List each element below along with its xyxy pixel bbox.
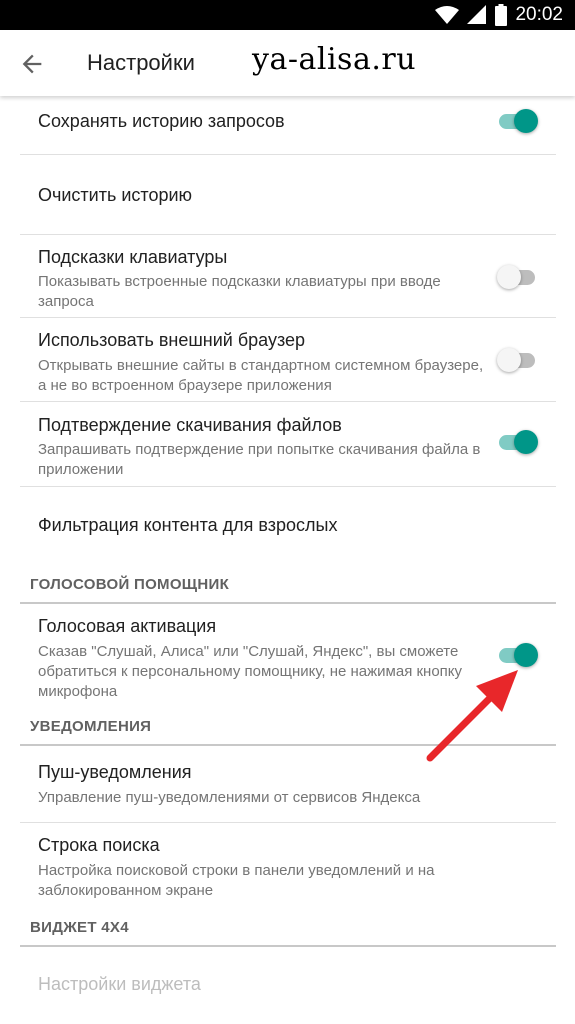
- setting-title: Голосовая активация: [38, 616, 217, 636]
- app-toolbar: Настройки ya-alisa.ru: [0, 30, 575, 96]
- setting-title: Фильтрация контента для взрослых: [38, 515, 338, 535]
- switch-thumb: [497, 348, 521, 372]
- setting-clear-history[interactable]: Очистить историю: [0, 155, 575, 234]
- setting-download-confirmation[interactable]: Подтверждение скачивания файлов Запрашив…: [0, 402, 575, 486]
- watermark: ya-alisa.ru: [252, 42, 417, 77]
- setting-title: Использовать внешний браузер: [38, 330, 306, 350]
- red-arrow-icon: [426, 670, 518, 762]
- setting-adult-filter[interactable]: Фильтрация контента для взрослых: [0, 487, 575, 565]
- setting-summary: Запрашивать подтверждение при попытке ск…: [38, 441, 481, 478]
- download-confirmation-switch[interactable]: [497, 427, 541, 457]
- setting-summary: Открывать внешние сайты в стандартном си…: [38, 357, 484, 394]
- setting-title: Пуш-уведомления: [38, 762, 192, 782]
- section-header-voice-assistant: ГОЛОСОВОЙ ПОМОЩНИК: [30, 576, 230, 593]
- setting-title: Настройки виджета: [38, 974, 201, 994]
- setting-title: Подсказки клавиатуры: [38, 247, 228, 267]
- setting-title: Сохранять историю запросов: [38, 111, 285, 131]
- save-history-switch[interactable]: [497, 106, 541, 136]
- setting-keyboard-hints[interactable]: Подсказки клавиатуры Показывать встроенн…: [0, 235, 575, 317]
- settings-list: Сохранять историю запросов Очистить исто…: [0, 96, 575, 1024]
- setting-save-history[interactable]: Сохранять историю запросов: [0, 96, 575, 154]
- section-header-notifications: УВЕДОМЛЕНИЯ: [30, 718, 152, 735]
- switch-thumb: [514, 109, 538, 133]
- section-header-widget: ВИДЖЕТ 4Х4: [30, 919, 129, 936]
- setting-summary: Настройка поисковой строки в панели увед…: [38, 862, 435, 899]
- setting-title: Подтверждение скачивания файлов: [38, 415, 342, 435]
- setting-title: Очистить историю: [38, 185, 193, 205]
- keyboard-hints-switch[interactable]: [497, 262, 541, 292]
- setting-summary: Показывать встроенные подсказки клавиату…: [38, 273, 441, 310]
- back-arrow-icon[interactable]: [18, 50, 46, 78]
- status-time: 20:02: [515, 4, 563, 25]
- setting-external-browser[interactable]: Использовать внешний браузер Открывать в…: [0, 318, 575, 401]
- switch-thumb: [514, 430, 538, 454]
- battery-icon: [495, 4, 508, 26]
- setting-widget-settings: Настройки виджета: [0, 947, 575, 1024]
- page-title: Настройки: [87, 50, 195, 75]
- wifi-icon: [435, 6, 460, 24]
- external-browser-switch[interactable]: [497, 345, 541, 375]
- setting-search-bar[interactable]: Строка поиска Настройка поисковой строки…: [0, 823, 575, 917]
- setting-title: Строка поиска: [38, 835, 160, 855]
- status-bar: 20:02: [0, 0, 575, 30]
- switch-thumb: [497, 265, 521, 289]
- signal-icon: [467, 5, 487, 24]
- setting-summary: Управление пуш-уведомлениями от сервисов…: [38, 789, 421, 806]
